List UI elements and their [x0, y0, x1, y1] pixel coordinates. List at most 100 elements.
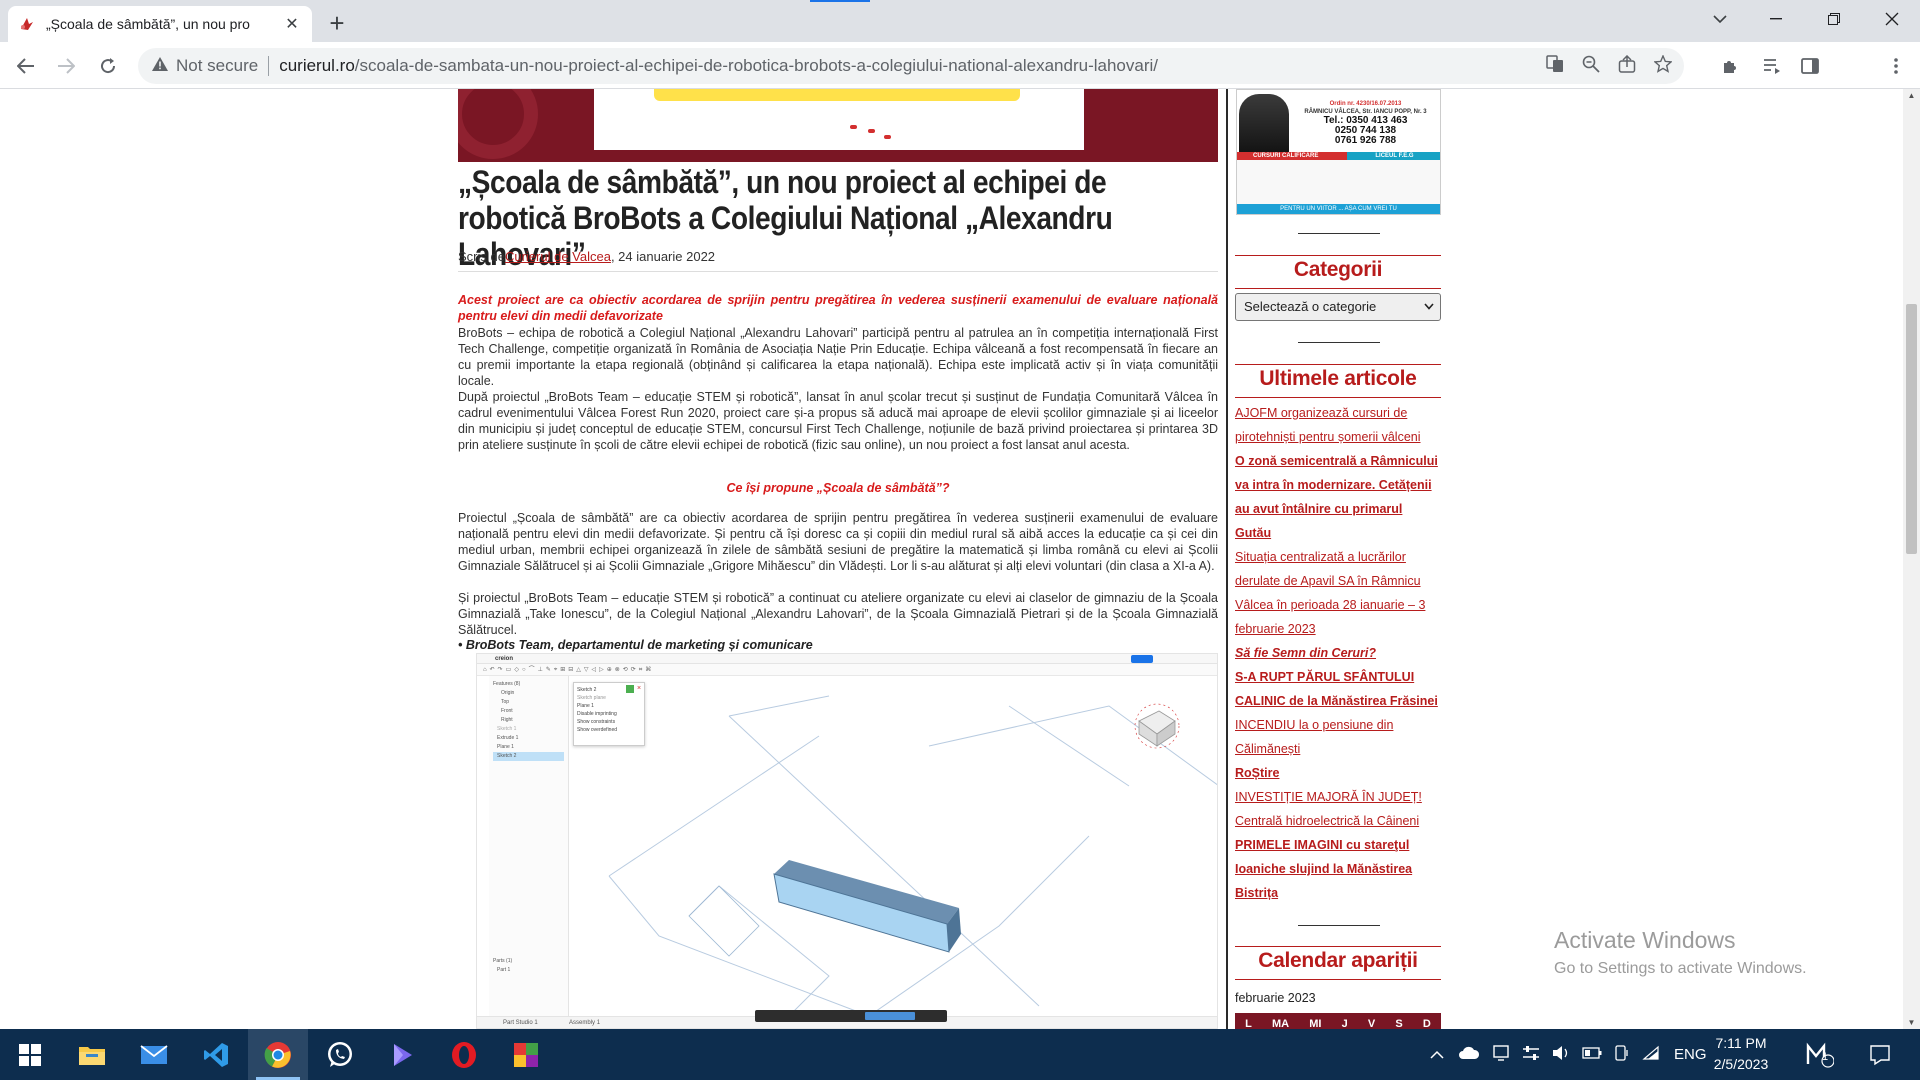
address-bar[interactable]: Not secure curierul.ro/scoala-de-sambata…	[138, 48, 1684, 84]
windows-taskbar: ENG 7:11 PM 2/5/2023 1	[0, 1029, 1920, 1080]
article-paragraph: După proiectul „BroBots Team – educație …	[458, 390, 1218, 452]
not-secure-label[interactable]: Not secure	[176, 56, 258, 76]
app-badge-icon[interactable]: 1	[1792, 1029, 1848, 1080]
chevron-down-icon	[1424, 299, 1434, 313]
language-indicator[interactable]: ENG	[1674, 1046, 1707, 1063]
forward-arrow-icon[interactable]	[50, 50, 82, 82]
ad-footer-text: PENTRU UN VIITOR ... AȘA CUM VREI TU	[1280, 206, 1397, 212]
sidebar-separator	[1298, 342, 1380, 343]
sidebar-rule	[1235, 397, 1441, 398]
cad-tree-item: Right	[501, 717, 513, 723]
byline-prefix: Scris de	[458, 249, 505, 264]
clock-time: 7:11 PM	[1715, 1035, 1767, 1051]
cad-tree-item: Top	[501, 699, 510, 705]
device-icon[interactable]	[1614, 1044, 1630, 1065]
recent-article-link[interactable]: O zonă semicentrală a Râmnicului va intr…	[1235, 449, 1441, 545]
cad-screenshot-image: creion ⌂↶↷▭◇○⌒⊥✎⌖⊞⊟△▽◁▷⊕⊗⟲⟳⌗⌘ Features (…	[476, 653, 1218, 1029]
browser-toolbar: Not secure curierul.ro/scoala-de-sambata…	[0, 42, 1920, 121]
activate-windows-watermark: Activate Windows Go to Settings to activ…	[1554, 927, 1807, 978]
url-text[interactable]: curierul.ro/scoala-de-sambata-un-nou-pro…	[279, 56, 1158, 76]
category-select[interactable]: Selectează o categorie	[1235, 293, 1441, 321]
cad-tab-assembly: Assembly 1	[569, 1020, 601, 1026]
network-share-icon[interactable]	[1492, 1044, 1510, 1066]
hero-dot	[884, 135, 891, 139]
mail-icon[interactable]	[124, 1029, 184, 1080]
ad-course-list	[1237, 160, 1440, 206]
recent-article-link[interactable]: Situația centralizată a lucrărilor derul…	[1235, 545, 1441, 641]
article-credit: • BroBots Team, departamentul de marketi…	[458, 638, 813, 652]
warning-triangle-icon[interactable]	[152, 57, 168, 75]
sidebar-ad-banner[interactable]: Ordin nr. 4230/16.07.2013 RÂMNICU VÂLCEA…	[1236, 89, 1441, 215]
recent-article-link[interactable]: Să fie Semn din Ceruri?	[1235, 641, 1441, 665]
recent-articles-list: AJOFM organizează cursuri de pirotehnișt…	[1235, 401, 1441, 905]
ad-blue-band: LICEUL F.E.G	[1347, 152, 1440, 160]
clock[interactable]: 7:11 PM 2/5/2023	[1706, 1033, 1776, 1075]
back-arrow-icon[interactable]	[10, 50, 42, 82]
onedrive-cloud-icon[interactable]	[1458, 1046, 1480, 1064]
battery-icon[interactable]	[1582, 1046, 1602, 1063]
media-player-icon[interactable]	[372, 1029, 432, 1080]
sidebar-rule	[1235, 979, 1441, 980]
cad-tree-item: Extrude 1	[497, 735, 519, 741]
ad-graduate-image	[1239, 94, 1289, 156]
zoom-icon[interactable]	[1582, 55, 1600, 78]
side-panel-icon[interactable]	[1798, 54, 1822, 78]
recent-article-link[interactable]: AJOFM organizează cursuri de pirotehnișt…	[1235, 401, 1441, 449]
recent-articles-title: Ultimele articole	[1259, 367, 1417, 390]
cad-tree-item: Plane 1	[497, 744, 514, 750]
whatsapp-icon[interactable]	[310, 1029, 370, 1080]
author-link[interactable]: Curierul de Valcea	[505, 249, 611, 264]
scroll-up-icon[interactable]: ▲	[1907, 91, 1916, 100]
start-windows-icon[interactable]	[0, 1029, 60, 1080]
vscode-icon[interactable]	[186, 1029, 246, 1080]
show-hidden-icons-icon[interactable]	[1430, 1046, 1444, 1063]
close-tab-icon[interactable]: ✕	[282, 14, 302, 34]
article-hero-image	[458, 89, 1218, 162]
extensions-puzzle-icon[interactable]	[1718, 54, 1742, 78]
sidebar-separator	[1298, 233, 1380, 234]
opera-icon[interactable]	[434, 1029, 494, 1080]
recent-article-link[interactable]: RoȘtire	[1235, 761, 1441, 785]
page-scrollbar[interactable]: ▲ ▼	[1903, 89, 1920, 1029]
calendar-weekday: V	[1367, 1018, 1376, 1029]
restore-icon[interactable]	[1806, 0, 1862, 38]
cad-app-name: creion	[495, 656, 514, 662]
recent-article-link[interactable]: INVESTIȚIE MAJORĂ ÎN JUDEȚ!	[1235, 785, 1441, 809]
browser-tab[interactable]: „Școala de sâmbătă”, un nou pro ✕	[8, 6, 312, 42]
share-icon[interactable]	[1618, 54, 1636, 78]
office-app-icon[interactable]	[496, 1029, 556, 1080]
cad-viewport-svg	[608, 695, 1217, 1017]
cad-parts-label: Parts (1)	[493, 958, 513, 964]
article-paragraph: BroBots – echipa de robotică a Colegiul …	[458, 326, 1218, 388]
minimize-icon[interactable]	[1748, 0, 1804, 38]
new-tab-button[interactable]: +	[320, 8, 354, 38]
reload-icon[interactable]	[92, 50, 124, 82]
hero-card	[594, 89, 1084, 150]
chrome-menu-icon[interactable]	[1884, 54, 1908, 78]
recent-article-link[interactable]: INCENDIU la o pensiune din Călimănești	[1235, 713, 1441, 761]
close-window-icon[interactable]	[1864, 0, 1920, 38]
settings-sliders-icon[interactable]	[1522, 1045, 1540, 1065]
wifi-icon[interactable]	[1642, 1045, 1660, 1065]
system-tray: ENG	[1430, 1029, 1707, 1080]
translate-icon[interactable]	[1546, 54, 1564, 78]
bookmark-star-icon[interactable]	[1653, 53, 1673, 78]
watermark-title: Activate Windows	[1554, 927, 1736, 953]
volume-icon[interactable]	[1552, 1045, 1570, 1065]
tab-search-chevron-icon[interactable]	[1692, 0, 1748, 38]
recent-article-link[interactable]: PRIMELE IMAGINI cu stareţul Ioaniche slu…	[1235, 833, 1441, 905]
cad-tree-item: Sketch 1	[497, 726, 517, 732]
file-explorer-icon[interactable]	[62, 1029, 122, 1080]
hero-dot	[868, 129, 875, 133]
chrome-icon[interactable]	[248, 1029, 308, 1080]
scrollbar-thumb[interactable]	[1906, 304, 1917, 554]
action-center-icon[interactable]	[1852, 1029, 1908, 1080]
sidebar-divider	[1226, 89, 1228, 1029]
media-queue-icon[interactable]	[1760, 54, 1784, 78]
recent-article-link[interactable]: Centrală hidroelectrică la Câineni	[1235, 809, 1441, 833]
tab-strip: „Școala de sâmbătă”, un nou pro ✕ +	[0, 0, 1920, 42]
calendar-weekday: MA	[1271, 1018, 1290, 1029]
recent-article-link[interactable]: S-A RUPT PĂRUL SFÂNTULUI CALINIC de la M…	[1235, 665, 1441, 713]
scroll-down-icon[interactable]: ▼	[1907, 1018, 1916, 1027]
sidebar-separator	[1298, 925, 1380, 926]
